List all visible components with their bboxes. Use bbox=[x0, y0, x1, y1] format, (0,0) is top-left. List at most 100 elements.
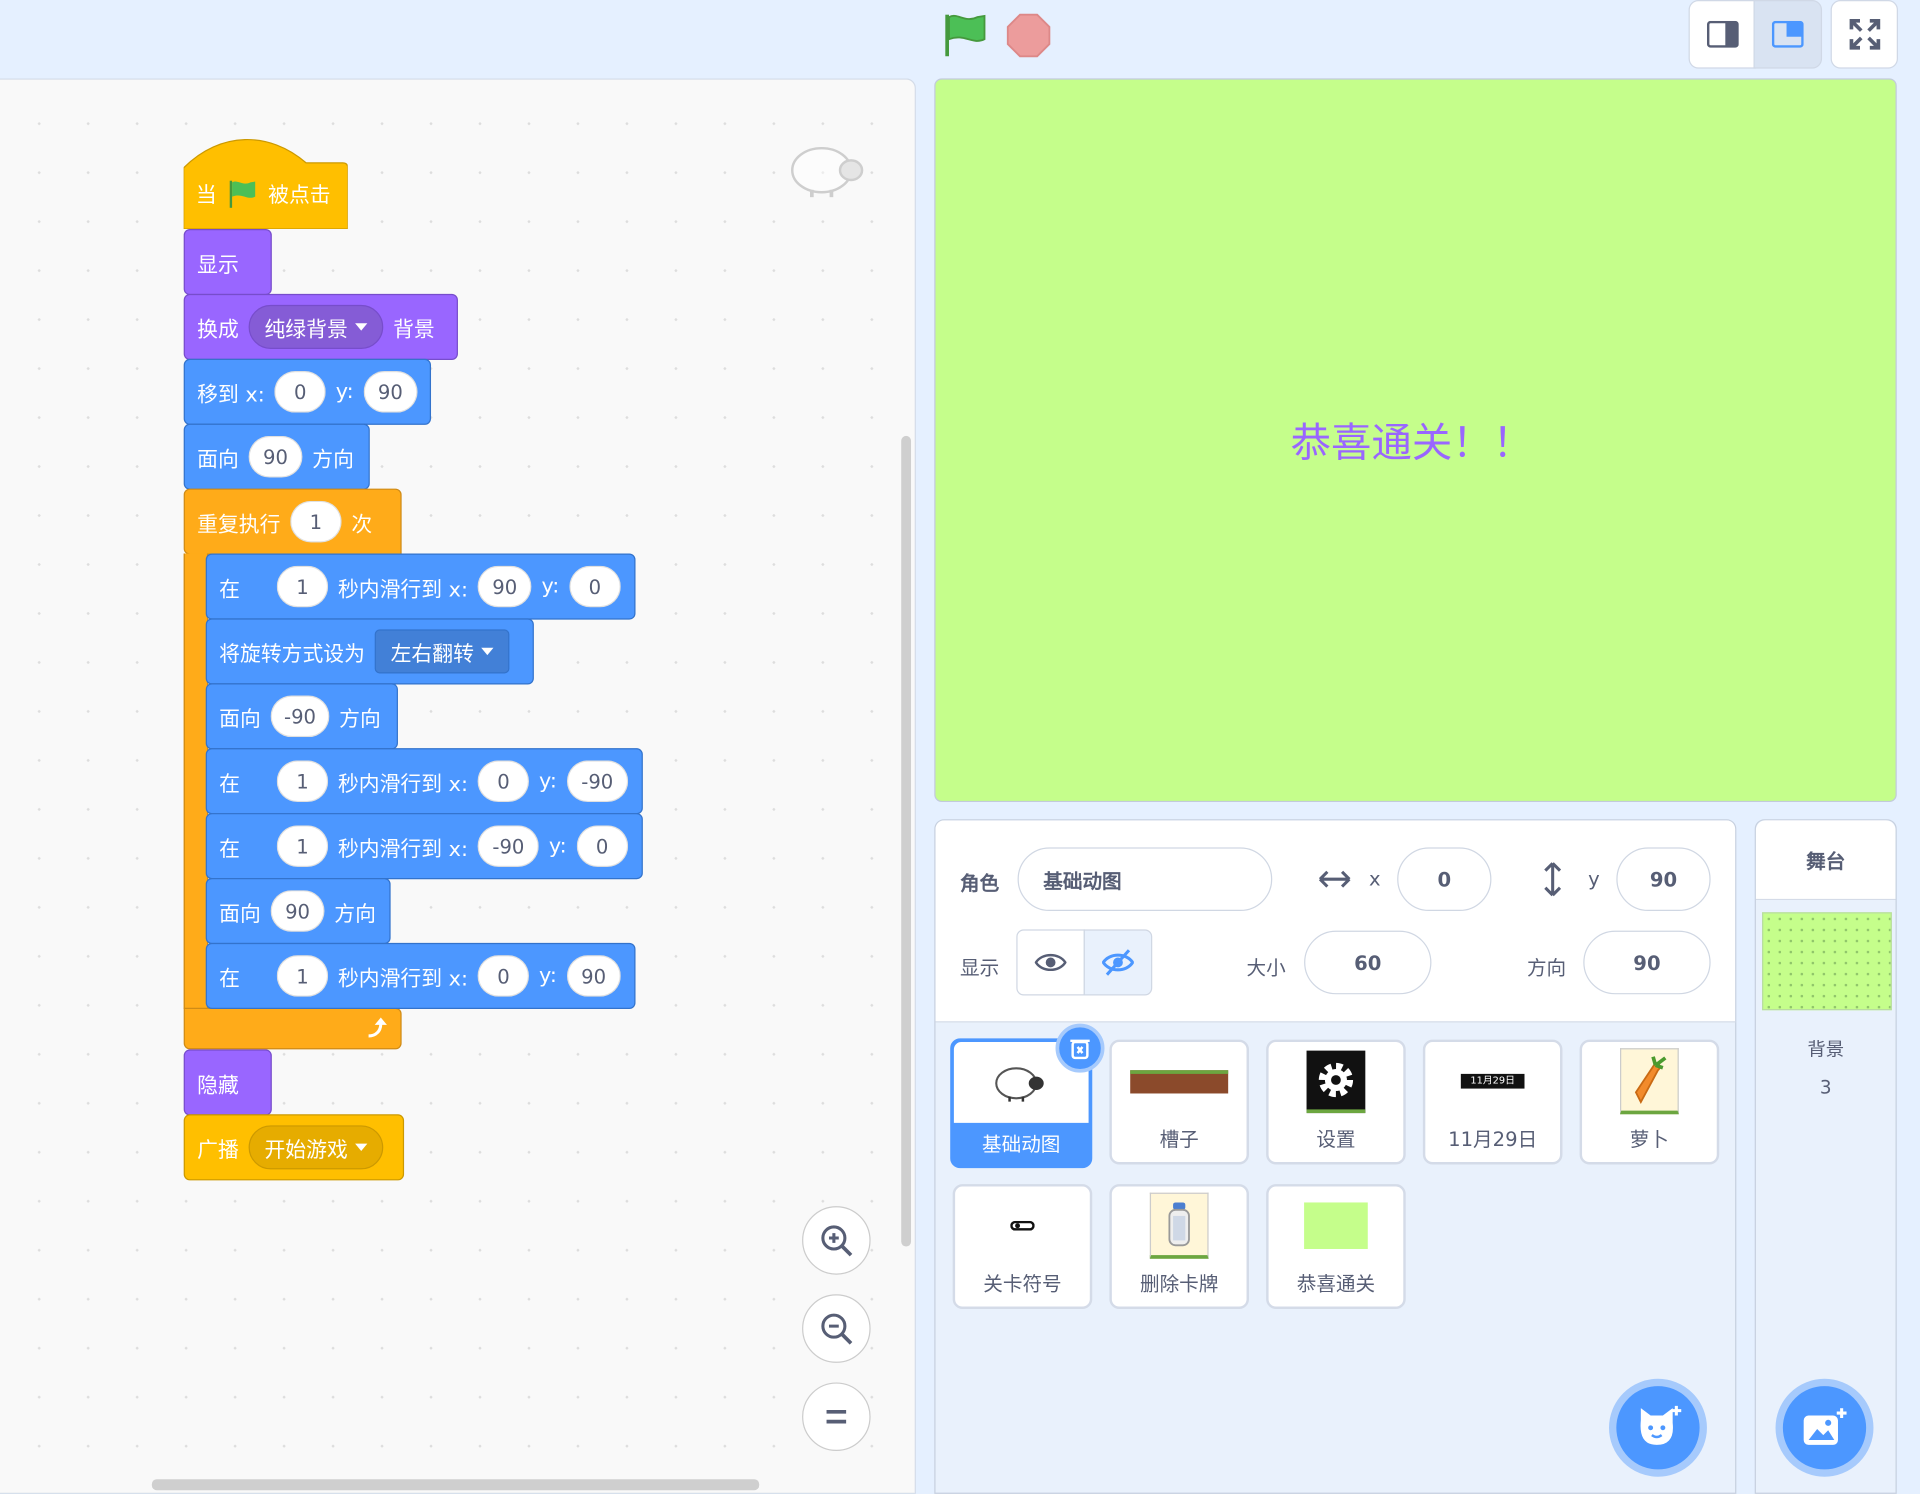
sprite-tile-carrot[interactable]: 萝卜 bbox=[1579, 1039, 1720, 1165]
sprite-tile-slot[interactable]: 槽子 bbox=[1109, 1039, 1249, 1165]
bottle-icon bbox=[1149, 1192, 1209, 1259]
hide-block[interactable]: 隐藏 bbox=[183, 1049, 272, 1116]
show-block[interactable]: 显示 bbox=[183, 228, 272, 296]
backdrop-dropdown[interactable]: 纯绿背景 bbox=[248, 304, 384, 349]
glide-block-1[interactable]: 在 1 秒内滑行到 x: 90 y: 0 bbox=[205, 553, 636, 620]
glide-label: 在 bbox=[219, 966, 241, 992]
stage-congrats-text: 恭喜通关！！ bbox=[1290, 418, 1534, 467]
when-label: 当 bbox=[195, 183, 217, 209]
direction-input[interactable]: -90 bbox=[270, 695, 330, 738]
direction-input[interactable]: 90 bbox=[1583, 930, 1711, 995]
hide-sprite-button[interactable] bbox=[1083, 929, 1153, 996]
y-input[interactable]: 90 bbox=[1616, 847, 1711, 912]
y-label: y: bbox=[539, 768, 557, 794]
zoom-reset-button[interactable] bbox=[802, 1382, 871, 1452]
sprite-info: 角色 基础动图 x 0 y 90 显示 大小 60 方向 90 bbox=[935, 820, 1736, 1023]
glide-seconds-input[interactable]: 1 bbox=[276, 565, 329, 608]
backdrop-count: 3 bbox=[1819, 1076, 1832, 1099]
fullscreen-button[interactable] bbox=[1830, 0, 1898, 69]
goto-xy-block[interactable]: 移到 x: 0 y: 90 bbox=[183, 358, 432, 425]
face-label: 面向 bbox=[197, 447, 239, 473]
glide-y-input[interactable]: 90 bbox=[566, 955, 621, 997]
zoom-out-button[interactable] bbox=[802, 1294, 871, 1363]
glide-seconds-input[interactable]: 1 bbox=[276, 760, 329, 803]
sprite-tile-level-symbol[interactable]: 关卡符号 bbox=[952, 1184, 1093, 1309]
message-dropdown[interactable]: 开始游戏 bbox=[248, 1125, 384, 1170]
broadcast-label: 广播 bbox=[197, 1138, 239, 1163]
sprite-name: 关卡符号 bbox=[983, 1272, 1062, 1296]
message-value: 开始游戏 bbox=[264, 1138, 348, 1163]
when-flag-clicked-block[interactable]: 当 被点击 bbox=[183, 138, 348, 229]
switch-backdrop-block[interactable]: 换成 纯绿背景 背景 bbox=[183, 293, 458, 361]
sprite-name-input[interactable]: 基础动图 bbox=[1017, 847, 1273, 912]
delete-sprite-button[interactable] bbox=[1055, 1023, 1105, 1073]
glide-y-input[interactable]: 0 bbox=[576, 825, 628, 867]
vertical-scrollbar[interactable] bbox=[901, 435, 912, 1247]
show-sprite-button[interactable] bbox=[1016, 929, 1085, 996]
date-bar-icon: 11月29日 bbox=[1460, 1073, 1525, 1089]
glide-label: 在 bbox=[219, 836, 241, 862]
glide-x-input[interactable]: 90 bbox=[477, 565, 532, 608]
small-stage-mode-icon bbox=[1706, 20, 1739, 48]
goto-y-input[interactable]: 90 bbox=[363, 371, 418, 413]
rotation-value: 左右翻转 bbox=[390, 642, 474, 667]
glide-y-input[interactable]: 0 bbox=[569, 565, 621, 608]
direction-input[interactable]: 90 bbox=[248, 435, 303, 478]
glide-y-input[interactable]: -90 bbox=[566, 760, 628, 803]
glide-x-input[interactable]: 0 bbox=[477, 955, 530, 997]
direction-input[interactable]: 90 bbox=[270, 890, 325, 932]
sprite-name: 删除卡牌 bbox=[1139, 1272, 1219, 1296]
rotation-label: 将旋转方式设为 bbox=[219, 642, 365, 667]
sprite-tile-settings[interactable]: 设置 bbox=[1266, 1039, 1406, 1165]
green-flag-icon[interactable] bbox=[940, 12, 989, 57]
size-input[interactable]: 60 bbox=[1304, 930, 1432, 995]
add-backdrop-button[interactable] bbox=[1775, 1378, 1874, 1477]
zoom-in-button[interactable] bbox=[802, 1206, 871, 1275]
normal-stage-button[interactable] bbox=[1753, 0, 1823, 69]
level-symbol-icon bbox=[1010, 1220, 1035, 1231]
y-label: y: bbox=[541, 574, 560, 599]
sprite-tile-delete-card[interactable]: 删除卡牌 bbox=[1109, 1184, 1249, 1309]
sprite-tile-date[interactable]: 11月29日 11月29日 bbox=[1422, 1039, 1563, 1165]
rotation-dropdown[interactable]: 左右翻转 bbox=[374, 629, 510, 674]
normal-stage-mode-icon bbox=[1771, 20, 1804, 48]
times-label: 次 bbox=[351, 512, 373, 537]
point-direction-block-3[interactable]: 面向 90 方向 bbox=[205, 877, 391, 945]
backdrop-thumbnail[interactable] bbox=[1762, 912, 1892, 1011]
sprite-tile-congrats[interactable]: 恭喜通关 bbox=[1266, 1184, 1406, 1309]
x-input[interactable]: 0 bbox=[1397, 847, 1492, 912]
sprite-pane: 角色 基础动图 x 0 y 90 显示 大小 60 方向 90 基础动图 槽子 … bbox=[934, 819, 1737, 1494]
horizontal-scrollbar[interactable] bbox=[151, 1479, 760, 1491]
goto-x-input[interactable]: 0 bbox=[274, 371, 326, 413]
x-label: x bbox=[1368, 866, 1381, 891]
glide-block-4[interactable]: 在 1 秒内滑行到 x: 0 y: 90 bbox=[205, 942, 636, 1009]
code-workspace[interactable]: 当 被点击 显示 换成 纯绿背景 背景 移到 x: 0 y: 90 面向 90 … bbox=[0, 78, 916, 1494]
y-label: y: bbox=[335, 379, 354, 405]
glide-block-2[interactable]: 在 1 秒内滑行到 x: 0 y: -90 bbox=[205, 748, 643, 815]
zoom-out-icon bbox=[821, 1313, 853, 1345]
sprite-name: 设置 bbox=[1316, 1127, 1356, 1152]
broadcast-block[interactable]: 广播 开始游戏 bbox=[183, 1114, 405, 1181]
glide-label: 在 bbox=[219, 772, 241, 797]
repeat-count-input[interactable]: 1 bbox=[290, 500, 342, 543]
glide-block-3[interactable]: 在 1 秒内滑行到 x: -90 y: 0 bbox=[205, 813, 643, 880]
glide-seconds-input[interactable]: 1 bbox=[276, 955, 329, 997]
stage-pane[interactable]: 舞台 背景 3 bbox=[1754, 819, 1897, 1494]
sprite-label: 角色 bbox=[960, 871, 1000, 896]
switch-label: 换成 bbox=[197, 317, 239, 343]
size-label: 大小 bbox=[1246, 956, 1286, 980]
repeat-footer bbox=[183, 1007, 402, 1050]
set-rotation-style-block[interactable]: 将旋转方式设为 左右翻转 bbox=[205, 618, 534, 685]
small-stage-button[interactable] bbox=[1688, 0, 1756, 69]
point-direction-block[interactable]: 面向 90 方向 bbox=[183, 423, 370, 490]
stop-icon[interactable] bbox=[1006, 13, 1051, 58]
add-sprite-button[interactable] bbox=[1608, 1378, 1707, 1477]
glide-seconds-input[interactable]: 1 bbox=[276, 825, 329, 867]
slot-icon bbox=[1130, 1069, 1229, 1093]
point-direction-block-2[interactable]: 面向 -90 方向 bbox=[205, 683, 398, 750]
sprite-name: 基础动图 bbox=[982, 1132, 1061, 1156]
glide-x-input[interactable]: -90 bbox=[477, 825, 540, 867]
direction-label: 方向 bbox=[1526, 956, 1567, 980]
glide-x-label: 秒内滑行到 x: bbox=[337, 966, 469, 992]
glide-x-input[interactable]: 0 bbox=[477, 760, 530, 803]
